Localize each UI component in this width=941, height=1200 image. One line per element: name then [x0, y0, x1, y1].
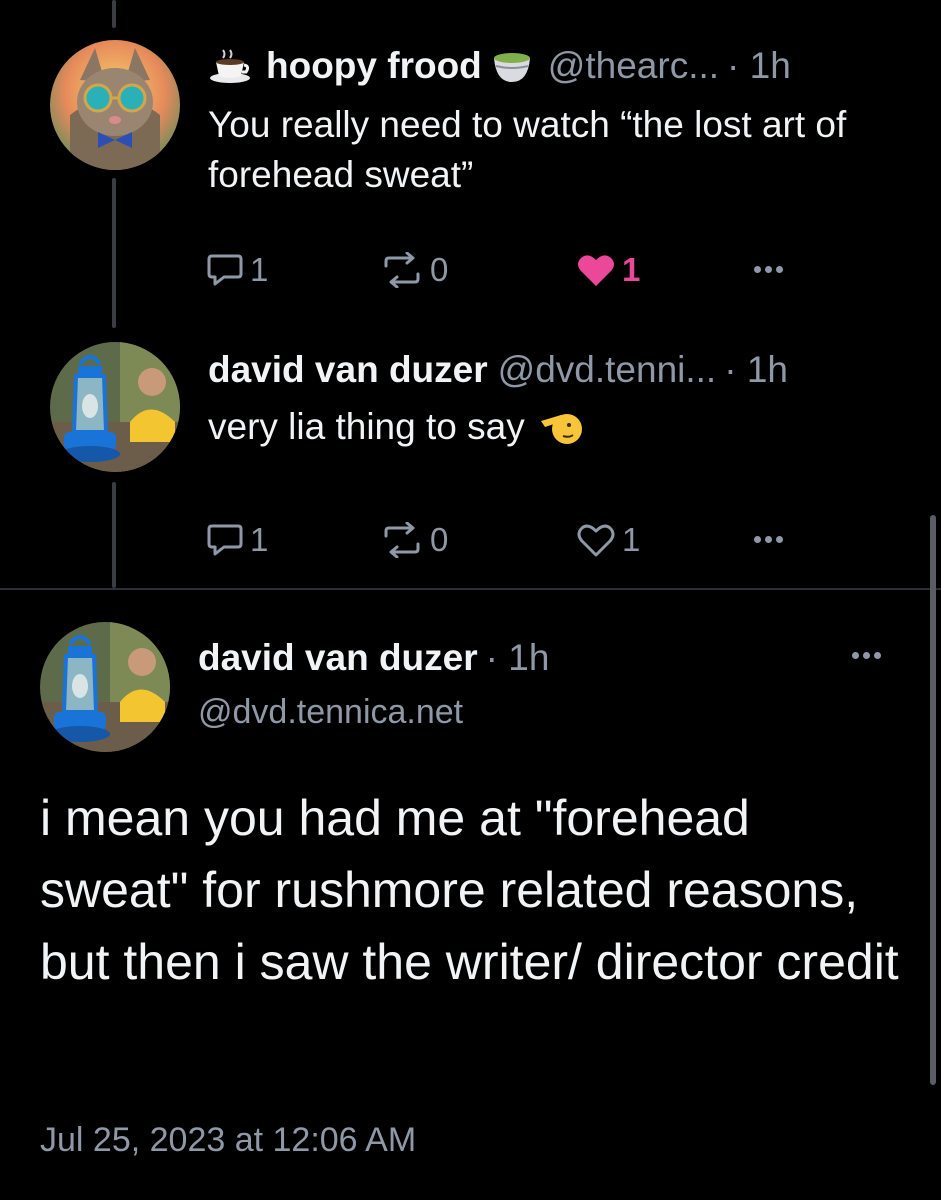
- thread-line: [112, 178, 116, 328]
- avatar[interactable]: [40, 622, 170, 752]
- repost-button[interactable]: 0: [380, 521, 448, 559]
- avatar[interactable]: [50, 40, 180, 170]
- post-timestamp[interactable]: Jul 25, 2023 at 12:06 AM: [40, 1118, 416, 1162]
- post-time: · 1h: [727, 45, 791, 86]
- author-name[interactable]: david van duzer: [208, 348, 488, 392]
- thread-view: hoopy frood @thearc... · 1h You really n…: [0, 0, 941, 1200]
- dot-icon: [754, 536, 761, 543]
- dot-icon: [765, 536, 772, 543]
- more-options-button[interactable]: [852, 652, 881, 659]
- lantern-avatar-icon: [40, 622, 170, 752]
- post-header: hoopy frood @thearc... · 1h: [208, 44, 791, 88]
- like-count: 1: [622, 521, 641, 558]
- dot-icon: [776, 266, 783, 273]
- main-post-text: i mean you had me at "forehead sweat" fo…: [40, 790, 899, 990]
- dot-icon: [863, 652, 870, 659]
- tea-bowl-icon: [490, 46, 534, 86]
- saluting-face-icon: [539, 407, 583, 447]
- post-time: · 1h: [724, 349, 788, 390]
- dot-icon: [776, 536, 783, 543]
- scrollbar[interactable]: [930, 515, 936, 1085]
- dot-icon: [852, 652, 859, 659]
- repost-icon: [384, 252, 420, 288]
- author-handle[interactable]: @dvd.tennica.net: [198, 692, 463, 732]
- post-body: very lia thing to say: [208, 402, 888, 452]
- main-post-header: david van duzer · 1h: [198, 636, 549, 680]
- post-actions: 1 0 1: [206, 518, 796, 562]
- author-handle[interactable]: @thearc...: [548, 44, 719, 88]
- repost-button[interactable]: 0: [380, 251, 448, 289]
- post-actions: 1 0 1: [206, 248, 796, 292]
- thread-line: [112, 0, 116, 28]
- reply-button[interactable]: 1: [206, 521, 268, 559]
- coffee-cup-icon: [208, 46, 252, 86]
- post-time: · 1h: [485, 637, 550, 678]
- reply-button[interactable]: 1: [206, 251, 268, 289]
- thread-line: [112, 482, 116, 588]
- heart-outline-icon: [577, 524, 615, 557]
- dot-icon: [765, 266, 772, 273]
- reply-count: 1: [250, 251, 269, 288]
- author-name[interactable]: hoopy frood: [266, 44, 482, 88]
- post-text: You really need to watch “the lost art o…: [208, 104, 847, 195]
- author-name[interactable]: david van duzer: [198, 636, 478, 680]
- post-header: david van duzer @dvd.tenni... · 1h: [208, 348, 788, 392]
- lantern-avatar-icon: [50, 342, 180, 472]
- repost-count: 0: [430, 251, 449, 288]
- reply-icon: [207, 524, 243, 556]
- divider: [0, 588, 941, 590]
- author-handle[interactable]: @dvd.tenni...: [498, 348, 717, 392]
- repost-count: 0: [430, 521, 449, 558]
- repost-icon: [384, 522, 420, 558]
- like-button[interactable]: 1: [576, 251, 640, 289]
- reply-icon: [207, 254, 243, 286]
- dot-icon: [874, 652, 881, 659]
- post-text: very lia thing to say: [208, 406, 525, 447]
- like-count: 1: [622, 251, 641, 288]
- dot-icon: [754, 266, 761, 273]
- like-button[interactable]: 1: [576, 521, 640, 559]
- more-options-button[interactable]: [754, 536, 783, 543]
- avatar[interactable]: [50, 342, 180, 472]
- heart-filled-icon: [578, 255, 614, 286]
- cat-with-sunglasses-avatar-icon: [50, 40, 180, 170]
- reply-count: 1: [250, 521, 269, 558]
- more-options-button[interactable]: [754, 266, 783, 273]
